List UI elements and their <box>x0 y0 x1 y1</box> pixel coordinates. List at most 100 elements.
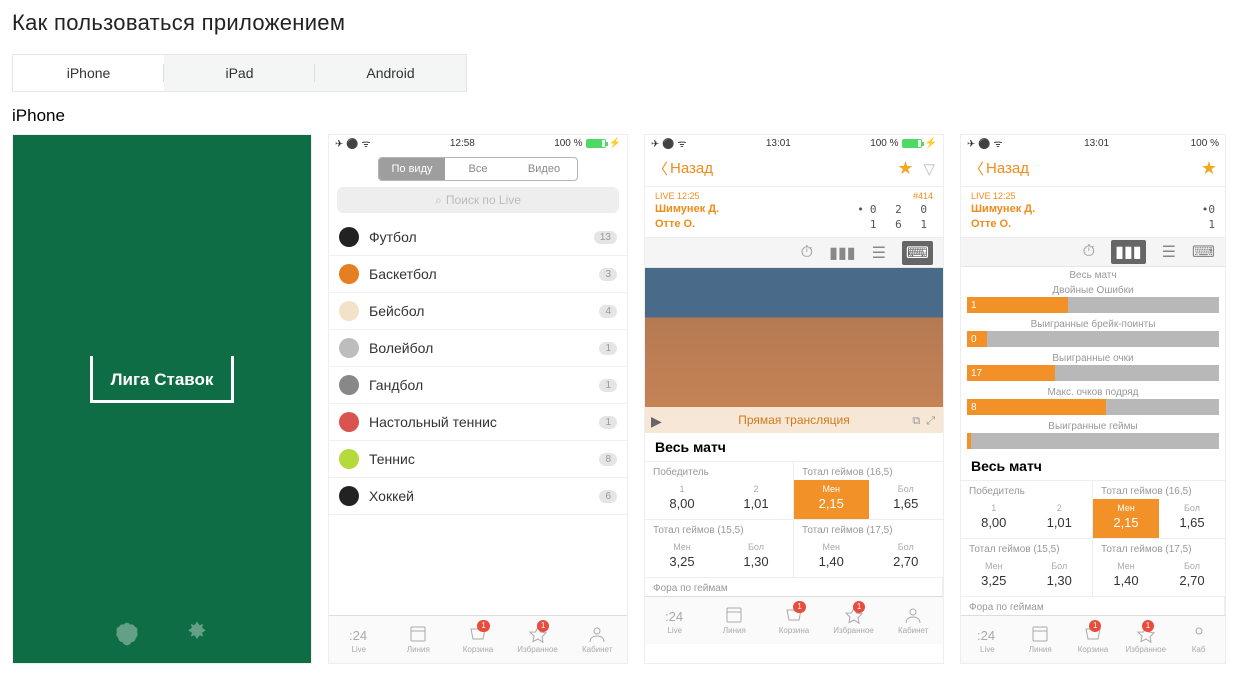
odd-cell[interactable]: Мен 3,25 <box>645 538 719 577</box>
odd-cell[interactable]: Бол1,30 <box>1027 557 1093 596</box>
stat-label: Выигранные очки <box>961 350 1225 365</box>
stats-icon[interactable]: ▮▮▮ <box>1111 240 1145 264</box>
sport-count: 1 <box>599 416 617 429</box>
odd-value: 8,00 <box>645 496 719 511</box>
star-icon[interactable]: ★ <box>897 158 913 179</box>
filter-icon[interactable]: ▽ <box>923 160 935 178</box>
sport-row[interactable]: Бейсбол4 <box>329 293 627 330</box>
stat-bar: 17 <box>967 365 1219 381</box>
odd-cell[interactable]: Бол1,65 <box>1159 499 1225 538</box>
tabbar-избранное[interactable]: Избранное1 <box>508 616 568 663</box>
back-button[interactable]: 〈Назад <box>653 158 713 179</box>
odd-cell[interactable]: Мен1,40 <box>1093 557 1159 596</box>
odd-cell[interactable]: Мен1,40 <box>794 538 869 577</box>
chevron-left-icon: 〈 <box>969 158 984 179</box>
odd-label: Мен <box>645 542 719 552</box>
page-title: Как пользоваться приложением <box>12 10 1234 36</box>
sport-icon <box>339 301 359 321</box>
odd-cell[interactable]: Мен2,15 <box>1093 499 1159 538</box>
tabbar-label: Избранное <box>1126 645 1167 654</box>
tabbar-избранное[interactable]: Избранное1 <box>1119 616 1172 663</box>
tabbar-label: Live <box>980 645 995 654</box>
airplane-icon: ✈ ⚫ ᯤ <box>651 136 687 150</box>
tabbar-кабинет[interactable]: Кабинет <box>567 616 627 663</box>
sport-row[interactable]: Гандбол1 <box>329 367 627 404</box>
odd-label: Бол <box>869 542 944 552</box>
stat-bar <box>967 433 1219 449</box>
star-icon[interactable]: ★ <box>1201 158 1217 179</box>
stats-icon[interactable]: ▮▮▮ <box>829 243 855 263</box>
tabbar-kabinet[interactable]: Каб <box>1172 616 1225 663</box>
sport-row[interactable]: Волейбол1 <box>329 330 627 367</box>
list-icon[interactable]: ☰ <box>1162 242 1176 262</box>
list-icon[interactable]: ☰ <box>872 243 886 263</box>
odd-cell[interactable]: Бол2,70 <box>1159 557 1225 596</box>
seg-all[interactable]: Все <box>445 158 511 180</box>
tabbar-кабинет[interactable]: Кабинет <box>883 597 943 644</box>
sport-name: Настольный теннис <box>369 414 497 430</box>
sport-icon <box>339 338 359 358</box>
tab-ipad[interactable]: iPad <box>164 55 315 91</box>
screenshot-sports: ✈ ⚫ ᯤ 12:58 100 %⚡ По виду Все Видео ⌕ П… <box>328 134 628 664</box>
expand-icon[interactable]: ⤢ <box>926 415 935 428</box>
status-time: 12:58 <box>450 138 475 149</box>
odd-header: Победитель <box>961 481 1092 499</box>
odd-cell[interactable]: 21,01 <box>1027 499 1093 538</box>
tabbar-label: Кабинет <box>898 626 928 635</box>
odd-cell[interactable]: Мен2,15 <box>794 480 869 519</box>
seg-byview[interactable]: По виду <box>379 158 445 180</box>
odd-cell[interactable]: 18,00 <box>645 480 719 519</box>
tab-iphone[interactable]: iPhone <box>13 55 164 91</box>
keyboard-icon[interactable]: ⌨ <box>902 241 933 265</box>
section-header: Весь матч <box>961 452 1225 481</box>
video-label: Прямая трансляция <box>738 413 849 427</box>
tabbar-линия[interactable]: Линия <box>705 597 765 644</box>
tabbar-корзина[interactable]: Корзина1 <box>1067 616 1120 663</box>
odd-value: 2,15 <box>1093 515 1159 530</box>
tabbar-линия[interactable]: Линия <box>1014 616 1067 663</box>
search-input[interactable]: ⌕ Поиск по Live <box>337 187 619 213</box>
tabbar-live[interactable]: :24Live <box>961 616 1014 663</box>
timer-icon[interactable]: ⏱ <box>1083 243 1095 261</box>
back-button[interactable]: 〈Назад <box>969 158 1029 179</box>
tabbar-корзина[interactable]: Корзина1 <box>764 597 824 644</box>
tabbar-live[interactable]: :24Live <box>329 616 389 663</box>
tab-android[interactable]: Android <box>315 55 466 91</box>
section-header: Весь матч <box>645 433 943 462</box>
odd-value: 3,25 <box>645 554 719 569</box>
badge: 1 <box>793 601 805 613</box>
segment-control[interactable]: По виду Все Видео <box>378 157 578 181</box>
sport-row[interactable]: Хоккей6 <box>329 478 627 515</box>
pip-icon[interactable]: ⧉ <box>912 415 920 428</box>
sport-row[interactable]: Футбол13 <box>329 219 627 256</box>
odd-cell[interactable]: Бол2,70 <box>869 538 944 577</box>
tool-row: ⏱ ▮▮▮ ☰ ⌨ <box>961 238 1225 268</box>
timer-icon[interactable]: ⏱ <box>801 244 813 262</box>
tabbar-корзина[interactable]: Корзина1 <box>448 616 508 663</box>
play-icon[interactable]: ▶ <box>651 413 662 430</box>
seg-video[interactable]: Видео <box>511 158 577 180</box>
keyboard-icon[interactable]: ⌨ <box>1192 242 1215 262</box>
odd-cell[interactable]: Мен3,25 <box>961 557 1027 596</box>
odd-cell[interactable]: Бол1,30 <box>719 538 793 577</box>
odd-value: 1,65 <box>869 496 944 511</box>
search-icon: ⌕ <box>435 193 442 208</box>
odd-cell[interactable]: Бол1,65 <box>869 480 944 519</box>
odd-label: 1 <box>645 484 719 494</box>
status-bar: ✈ ⚫ ᯤ 13:01 100 %⚡ <box>645 135 943 151</box>
eagle-icon <box>182 619 212 649</box>
odd-value: 1,65 <box>1159 515 1225 530</box>
odd-cell[interactable]: 18,00 <box>961 499 1027 538</box>
sport-row[interactable]: Баскетбол3 <box>329 256 627 293</box>
sport-row[interactable]: Настольный теннис 1 <box>329 404 627 441</box>
stat-bar: 1 <box>967 297 1219 313</box>
sport-row[interactable]: Теннис8 <box>329 441 627 478</box>
tabbar-live[interactable]: :24Live <box>645 597 705 644</box>
chevron-left-icon: 〈 <box>653 158 668 179</box>
odd-cell[interactable]: 21,01 <box>719 480 793 519</box>
tabbar-избранное[interactable]: Избранное1 <box>824 597 884 644</box>
video-player[interactable]: ▶ Прямая трансляция ⧉ ⤢ <box>645 268 943 433</box>
tabbar-линия[interactable]: Линия <box>389 616 449 663</box>
odd-value: 1,01 <box>719 496 793 511</box>
score2: 1 6 1 <box>870 218 933 231</box>
